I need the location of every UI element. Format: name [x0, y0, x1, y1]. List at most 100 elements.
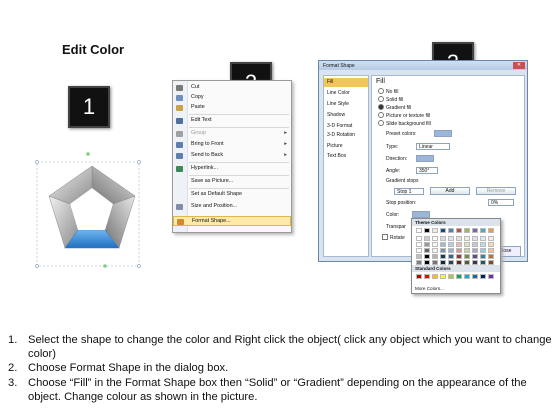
color-swatch[interactable]: [448, 254, 454, 259]
color-swatch[interactable]: [464, 248, 470, 253]
menu-item-format-shape[interactable]: Format Shape...: [173, 216, 291, 226]
standard-color-swatch[interactable]: [456, 274, 462, 279]
standard-color-swatch[interactable]: [416, 274, 422, 279]
color-swatch[interactable]: [424, 228, 430, 233]
color-swatch[interactable]: [440, 228, 446, 233]
radio-solid-fill[interactable]: Solid fill: [378, 96, 403, 103]
color-swatch[interactable]: [440, 248, 446, 253]
menu-item-set-default-shape[interactable]: Set as Default Shape: [173, 190, 291, 200]
color-swatch[interactable]: [456, 254, 462, 259]
color-swatch[interactable]: [480, 254, 486, 259]
color-swatch[interactable]: [424, 254, 430, 259]
color-swatch[interactable]: [440, 254, 446, 259]
color-swatch[interactable]: [448, 248, 454, 253]
color-swatch[interactable]: [456, 236, 462, 241]
color-swatch[interactable]: [424, 242, 430, 247]
standard-color-swatch[interactable]: [472, 274, 478, 279]
menu-item-copy[interactable]: Copy: [173, 93, 291, 103]
nav-item-shadow[interactable]: Shadow: [324, 111, 368, 120]
preset-colors-dropdown[interactable]: [434, 130, 452, 137]
color-swatch[interactable]: [456, 242, 462, 247]
color-swatch[interactable]: [464, 242, 470, 247]
direction-dropdown[interactable]: [416, 155, 434, 162]
rotate-checkbox[interactable]: Rotate: [382, 234, 405, 241]
color-swatch[interactable]: [464, 228, 470, 233]
radio-gradient-fill[interactable]: Gradient fill: [378, 104, 411, 111]
menu-item-hyperlink[interactable]: Hyperlink...: [173, 164, 291, 174]
color-swatch[interactable]: [416, 242, 422, 247]
color-swatch[interactable]: [488, 228, 494, 233]
color-swatch[interactable]: [432, 248, 438, 253]
more-colors-link[interactable]: More Colors...: [415, 286, 444, 291]
color-swatch[interactable]: [416, 254, 422, 259]
menu-separator: [189, 162, 289, 163]
nav-item-picture[interactable]: Picture: [324, 142, 368, 151]
remove-stop-button[interactable]: Remove: [476, 187, 516, 195]
color-swatch[interactable]: [472, 228, 478, 233]
nav-item-fill[interactable]: Fill: [324, 78, 368, 87]
menu-item-cut[interactable]: Cut: [173, 83, 291, 93]
menu-item-paste[interactable]: Paste: [173, 103, 291, 113]
radio-picture-fill[interactable]: Picture or texture fill: [378, 112, 430, 119]
color-swatch[interactable]: [424, 248, 430, 253]
standard-color-swatch[interactable]: [488, 274, 494, 279]
color-swatch[interactable]: [480, 236, 486, 241]
color-swatch[interactable]: [480, 248, 486, 253]
color-swatch[interactable]: [472, 242, 478, 247]
color-swatch[interactable]: [488, 254, 494, 259]
standard-color-swatch[interactable]: [480, 274, 486, 279]
color-swatch[interactable]: [488, 248, 494, 253]
radio-no-fill[interactable]: No fill: [378, 88, 399, 95]
color-swatch[interactable]: [416, 248, 422, 253]
color-swatch[interactable]: [432, 228, 438, 233]
color-swatch[interactable]: [432, 242, 438, 247]
color-swatch[interactable]: [448, 242, 454, 247]
nav-item-line-color[interactable]: Line Color: [324, 89, 368, 98]
nav-item-3d-format[interactable]: 3-D Format: [324, 122, 368, 131]
color-swatch[interactable]: [472, 254, 478, 259]
standard-color-swatch[interactable]: [464, 274, 470, 279]
nav-item-line-style[interactable]: Line Style: [324, 100, 368, 109]
menu-item-group[interactable]: Group ▸: [173, 129, 291, 139]
color-swatch[interactable]: [432, 254, 438, 259]
nav-item-3d-rotation[interactable]: 3-D Rotation: [324, 131, 368, 140]
color-swatch[interactable]: [448, 236, 454, 241]
color-swatch[interactable]: [464, 236, 470, 241]
standard-color-swatch[interactable]: [432, 274, 438, 279]
menu-item-save-as-picture[interactable]: Save as Picture...: [173, 177, 291, 187]
angle-input[interactable]: 350°: [416, 167, 438, 174]
standard-color-swatch[interactable]: [448, 274, 454, 279]
color-swatch[interactable]: [440, 236, 446, 241]
color-swatch[interactable]: [416, 228, 422, 233]
menu-item-size-position[interactable]: Size and Position...: [173, 202, 291, 212]
pentagon-shape[interactable]: [35, 152, 150, 272]
color-dropdown[interactable]: [412, 211, 430, 218]
add-stop-button[interactable]: Add: [430, 187, 470, 195]
color-swatch[interactable]: [448, 228, 454, 233]
stop-position-input[interactable]: 0%: [488, 199, 514, 206]
color-swatch[interactable]: [472, 248, 478, 253]
angle-label: Angle:: [386, 168, 401, 174]
color-swatch[interactable]: [432, 236, 438, 241]
color-swatch[interactable]: [480, 242, 486, 247]
color-swatch[interactable]: [472, 236, 478, 241]
standard-color-swatch[interactable]: [424, 274, 430, 279]
color-swatch[interactable]: [416, 236, 422, 241]
color-swatch[interactable]: [424, 236, 430, 241]
color-swatch[interactable]: [464, 254, 470, 259]
stop-select[interactable]: Stop 1: [394, 188, 424, 195]
menu-item-edit-text[interactable]: Edit Text: [173, 116, 291, 126]
type-select[interactable]: Linear: [416, 143, 450, 150]
color-swatch[interactable]: [456, 248, 462, 253]
nav-item-text-box[interactable]: Text Box: [324, 152, 368, 161]
menu-item-bring-to-front[interactable]: Bring to Front ▸: [173, 140, 291, 150]
menu-item-send-to-back[interactable]: Send to Back ▸: [173, 151, 291, 161]
radio-slide-background-fill[interactable]: Slide background fill: [378, 120, 431, 127]
color-swatch[interactable]: [488, 242, 494, 247]
standard-color-swatch[interactable]: [440, 274, 446, 279]
color-swatch[interactable]: [488, 236, 494, 241]
color-swatch[interactable]: [440, 242, 446, 247]
color-swatch[interactable]: [456, 228, 462, 233]
color-swatch[interactable]: [480, 228, 486, 233]
close-icon[interactable]: ✕: [513, 62, 525, 69]
